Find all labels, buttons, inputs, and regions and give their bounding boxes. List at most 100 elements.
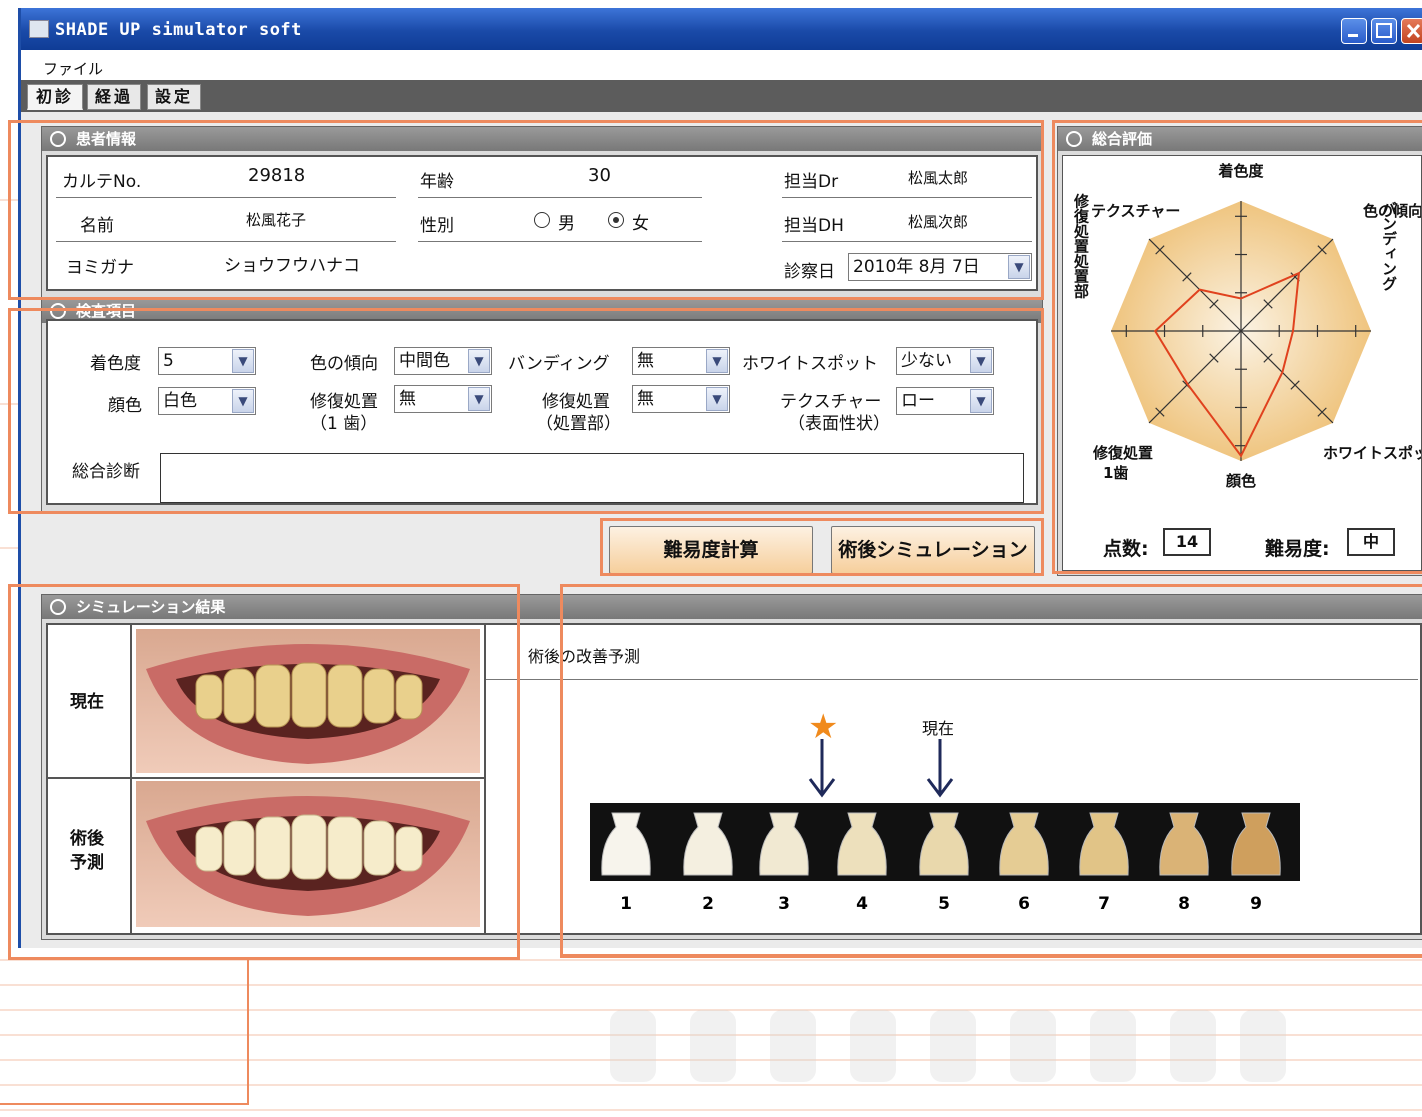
chevron-down-icon[interactable]: ▼ (970, 389, 992, 413)
predicted-label: 術後予測 (70, 829, 104, 873)
exam-items-panel: 検査項目 着色度 5 ▼ 色の傾向 中間色 ▼ バンディング 無 ▼ ホワイトスポット… (41, 298, 1043, 512)
tab-settings[interactable]: 設定 (147, 84, 201, 110)
row-labels (48, 625, 132, 933)
patient-info-body: カルテNo. 29818 年齢 30 担当Dr 松風太郎 名前 松風花子 性別 … (46, 155, 1038, 291)
shade-number: 9 (1250, 894, 1262, 914)
sogo-textarea[interactable] (160, 453, 1024, 503)
eval-panel-title: 総合評価 (1092, 130, 1153, 148)
shade-number: 4 (856, 894, 868, 914)
radar-axis-label: ホワイトスポット (1323, 444, 1421, 462)
sex-male-label: 男 (558, 214, 575, 234)
row-divider (48, 777, 484, 779)
collapse-icon[interactable] (50, 599, 66, 615)
iro-value: 中間色 (399, 351, 450, 371)
rep2-sublabel: （処置部） (536, 414, 621, 434)
chevron-down-icon[interactable]: ▼ (232, 349, 254, 373)
chevron-down-icon[interactable]: ▼ (468, 387, 490, 411)
band-select[interactable]: 無 ▼ (632, 347, 730, 375)
rep2-select[interactable]: 無 ▼ (632, 385, 730, 413)
karte-label: カルテNo. (62, 172, 142, 192)
current-label: 現在 (70, 692, 104, 712)
client-area: 患者情報 カルテNo. 29818 年齢 30 担当Dr 松風太郎 名前 松風花… (21, 112, 1422, 948)
kana-value: ショウフウハナコ (224, 256, 360, 276)
app-window: SHADE UP simulator soft ファイル 初診 経過 設定 患者… (18, 8, 1422, 948)
rep1-value: 無 (399, 389, 416, 409)
sex-female-radio[interactable] (608, 212, 624, 228)
white-label: ホワイトスポット (742, 354, 878, 374)
arrow-down-icon (926, 739, 954, 798)
sex-male-radio[interactable] (534, 212, 550, 228)
rep1-select[interactable]: 無 ▼ (394, 385, 492, 413)
gan-value: 白色 (163, 391, 197, 411)
dr-value: 松風太郎 (908, 169, 969, 187)
chaku-label: 着色度 (90, 354, 141, 374)
age-value: 30 (588, 165, 611, 186)
close-button[interactable] (1401, 18, 1422, 44)
post-simulation-button[interactable]: 術後シミュレーション (831, 526, 1035, 574)
name-value: 松風花子 (246, 211, 307, 229)
window-title: SHADE UP simulator soft (55, 20, 302, 40)
tex-select[interactable]: ロー ▼ (896, 387, 994, 415)
radar-axis-label: 顔色 (1225, 472, 1256, 490)
band-label: バンディング (508, 354, 610, 374)
iro-select[interactable]: 中間色 ▼ (394, 347, 492, 375)
maximize-button[interactable] (1371, 18, 1397, 44)
patient-info-panel: 患者情報 カルテNo. 29818 年齢 30 担当Dr 松風太郎 名前 松風花… (41, 126, 1043, 298)
chevron-down-icon[interactable]: ▼ (706, 349, 728, 373)
tab-progress[interactable]: 経過 (87, 84, 141, 110)
menu-file[interactable]: ファイル (43, 58, 103, 79)
white-value: 少ない (901, 351, 952, 371)
kana-label: ヨミガナ (66, 258, 134, 278)
collapse-icon[interactable] (50, 303, 66, 319)
shade-number: 8 (1178, 894, 1190, 914)
chevron-down-icon[interactable]: ▼ (706, 387, 728, 411)
karte-value: 29818 (248, 165, 306, 186)
difficulty-label: 難易度: (1265, 538, 1330, 560)
divider (56, 197, 396, 198)
chevron-down-icon[interactable]: ▼ (1008, 255, 1030, 279)
rep1-sublabel: （1 歯） (310, 414, 378, 434)
shade-number: 5 (938, 894, 950, 914)
smile-image (146, 796, 470, 916)
white-select[interactable]: 少ない ▼ (896, 347, 994, 375)
radar-axis-label: 修復処置 1歯 (1092, 444, 1153, 482)
chevron-down-icon[interactable]: ▼ (970, 349, 992, 373)
shade-guide: 1 2 3 4 5 6 7 8 9 (590, 803, 1300, 914)
age-label: 年齢 (420, 172, 454, 192)
patient-panel-title: 患者情報 (76, 130, 137, 148)
shade-number: 3 (778, 894, 790, 914)
sex-label: 性別 (420, 216, 454, 236)
minimize-button[interactable] (1341, 18, 1367, 44)
radar-axis-label: 修復処置処置部 (1072, 193, 1090, 300)
exam-panel-title: 検査項目 (76, 302, 137, 320)
divider (782, 197, 1032, 198)
calc-difficulty-button[interactable]: 難易度計算 (609, 526, 813, 574)
collapse-icon[interactable] (50, 131, 66, 147)
menu-bar: ファイル (21, 50, 1422, 80)
radar-chart: 着色度色の傾向バンディングホワイトスポット顔色修復処置1歯修復処置処置部テクスチ… (1072, 162, 1421, 490)
exam-items-body: 着色度 5 ▼ 色の傾向 中間色 ▼ バンディング 無 ▼ ホワイトスポット 少ない ▼… (46, 319, 1038, 505)
gan-select[interactable]: 白色 ▼ (158, 387, 256, 415)
score-value: 14 (1163, 528, 1211, 556)
predicted-smile-photo (136, 781, 480, 927)
smile-image (146, 644, 470, 764)
date-picker[interactable]: 2010年 8月 7日 ▼ (848, 253, 1032, 281)
divider (418, 241, 702, 242)
date-label: 診察日 (784, 262, 835, 282)
tab-initial[interactable]: 初診 (27, 84, 83, 110)
shade-number: 1 (620, 894, 632, 914)
chevron-down-icon[interactable]: ▼ (232, 389, 254, 413)
divider (418, 197, 702, 198)
evaluation-panel: 総合評価 着色度色の傾向バンディングホワイトスポット顔色修復処置1歯修復処置処置… (1057, 126, 1422, 576)
panel-header: 患者情報 (42, 127, 1042, 151)
collapse-icon[interactable] (1066, 131, 1082, 147)
radar-axis-label: 着色度 (1217, 162, 1264, 180)
chaku-select[interactable]: 5 ▼ (158, 347, 256, 375)
chevron-down-icon[interactable]: ▼ (468, 349, 490, 373)
tex-value: ロー (901, 391, 935, 411)
shade-arrows (808, 739, 954, 798)
col-divider (484, 625, 486, 933)
rep2-value: 無 (637, 389, 654, 409)
tab-strip: 初診 経過 設定 (21, 80, 1422, 112)
score-label: 点数: (1103, 538, 1149, 560)
